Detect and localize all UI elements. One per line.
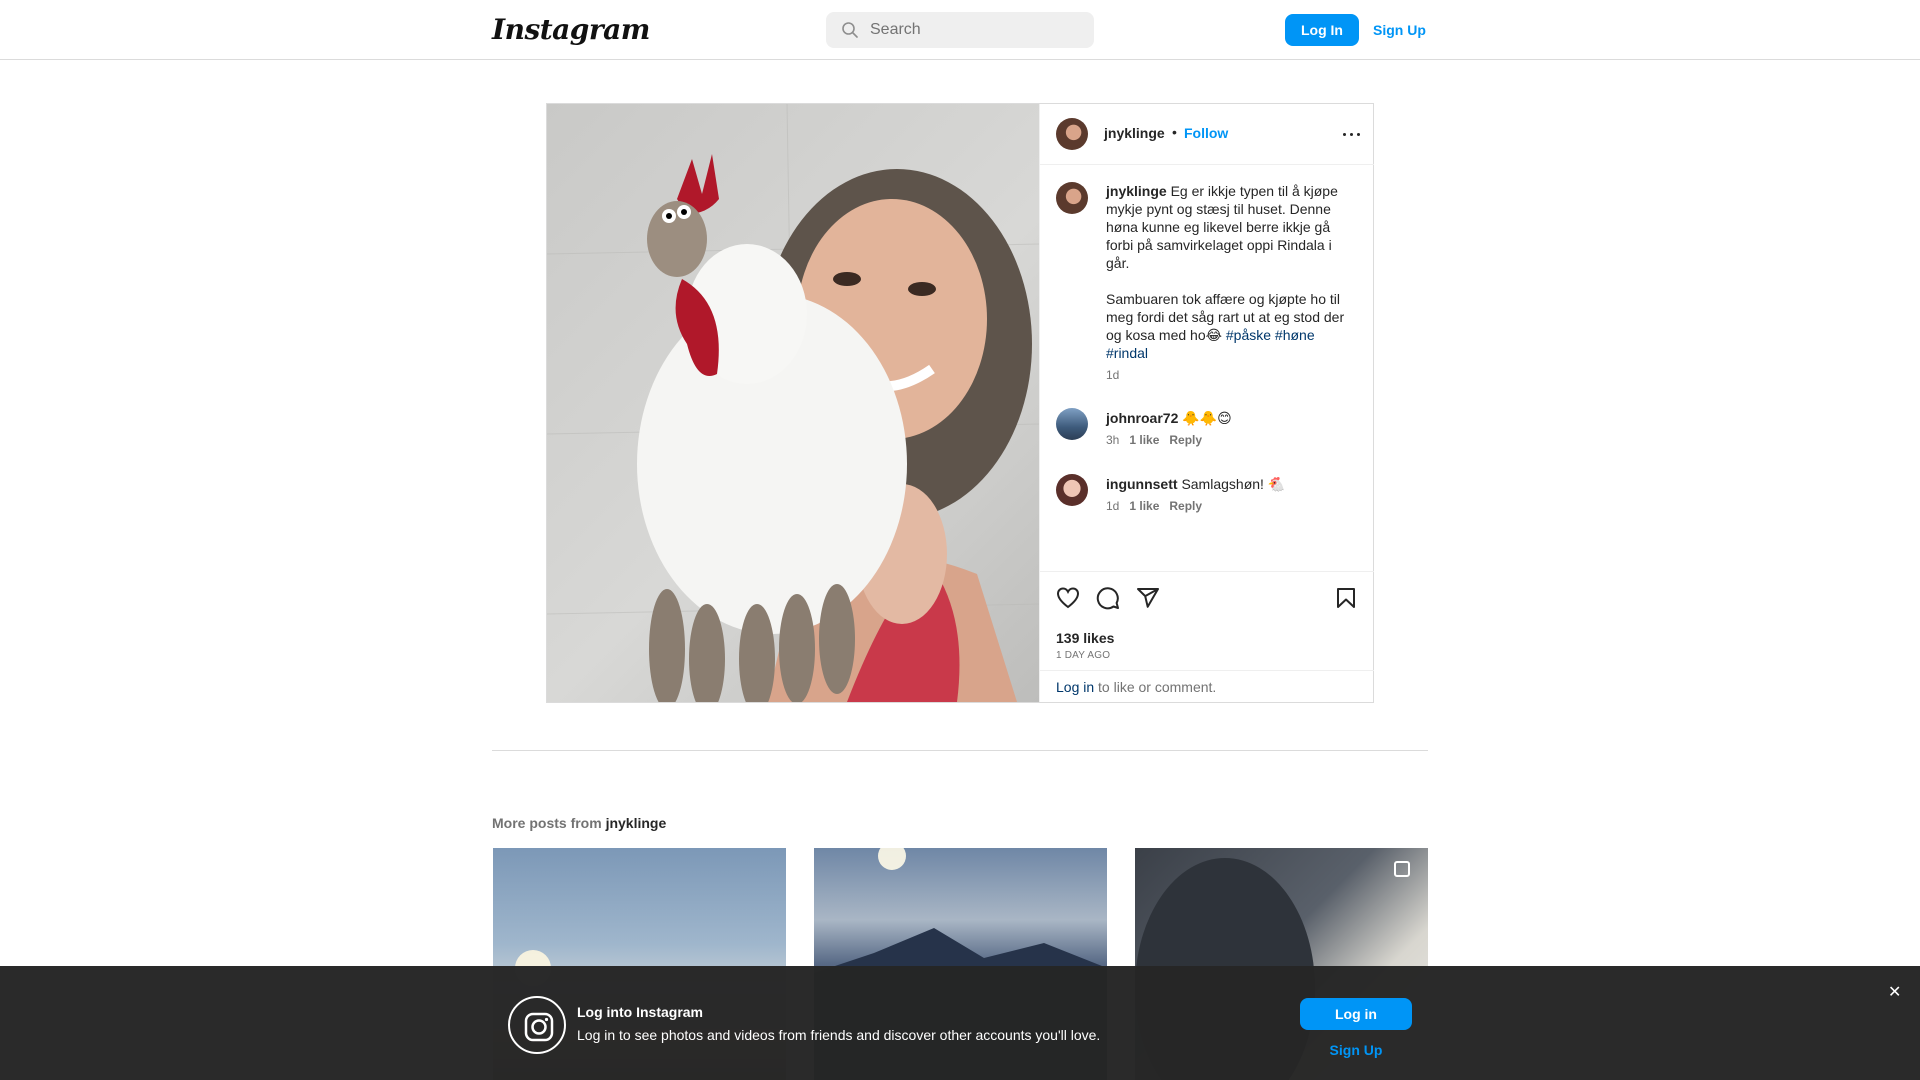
banner-signup-link[interactable]: Sign Up bbox=[1300, 1042, 1412, 1058]
post-photo-illustration bbox=[547, 104, 1039, 702]
comment-username[interactable]: johnroar72 bbox=[1106, 410, 1178, 426]
share-icon[interactable] bbox=[1136, 586, 1160, 610]
comment-likes[interactable]: 1 like bbox=[1129, 499, 1159, 513]
comment-timestamp[interactable]: 1d bbox=[1106, 499, 1119, 513]
caption-timestamp[interactable]: 1d bbox=[1106, 368, 1119, 382]
instagram-logo[interactable]: Instagram bbox=[492, 13, 650, 46]
hashtag-link[interactable]: #høne bbox=[1275, 327, 1315, 343]
more-posts-heading: More posts from jnyklinge bbox=[492, 815, 666, 831]
commenter-avatar[interactable] bbox=[1056, 474, 1088, 506]
section-divider bbox=[492, 750, 1428, 751]
login-prompt-text: to like or comment. bbox=[1094, 679, 1217, 695]
banner-title: Log into Instagram bbox=[577, 1004, 703, 1020]
top-navigation-bar: Instagram Log In Sign Up bbox=[0, 0, 1920, 60]
comment-timestamp[interactable]: 3h bbox=[1106, 433, 1119, 447]
banner-login-button[interactable]: Log in bbox=[1300, 998, 1412, 1030]
comment-likes[interactable]: 1 like bbox=[1129, 433, 1159, 447]
comment-text: 🐥🐥😊 bbox=[1182, 410, 1232, 426]
post-date: 1 DAY AGO bbox=[1056, 650, 1111, 661]
carousel-icon bbox=[1394, 861, 1410, 877]
follow-button[interactable]: Follow bbox=[1184, 125, 1228, 141]
more-options-icon[interactable] bbox=[1342, 126, 1362, 142]
login-link[interactable]: Log in bbox=[1056, 679, 1094, 695]
instagram-icon bbox=[508, 996, 566, 1054]
more-posts-prefix: More posts from bbox=[492, 815, 606, 831]
login-to-comment: Log in to like or comment. bbox=[1040, 670, 1374, 703]
post-card: jnyklinge • Follow jnyklinge Eg er ikkje… bbox=[546, 103, 1374, 703]
likes-count[interactable]: 139 likes bbox=[1056, 630, 1114, 646]
separator-dot: • bbox=[1172, 124, 1177, 140]
bookmark-icon[interactable] bbox=[1334, 586, 1358, 610]
comment-item: ingunnsett Samlagshøn! 🐔 bbox=[1106, 475, 1356, 493]
banner-text: Log in to see photos and videos from fri… bbox=[577, 1027, 1101, 1043]
heart-icon[interactable] bbox=[1056, 586, 1080, 610]
hashtag-link[interactable]: #påske bbox=[1226, 327, 1271, 343]
comment-username[interactable]: ingunnsett bbox=[1106, 476, 1178, 492]
comment-text: Samlagshøn! 🐔 bbox=[1181, 476, 1286, 492]
more-posts-username[interactable]: jnyklinge bbox=[606, 815, 667, 831]
caption-username[interactable]: jnyklinge bbox=[1106, 183, 1167, 199]
comment-item: johnroar72 🐥🐥😊 bbox=[1106, 409, 1356, 427]
search-icon bbox=[842, 22, 858, 38]
search-box[interactable] bbox=[826, 12, 1094, 48]
commenter-avatar[interactable] bbox=[1056, 408, 1088, 440]
post-photo[interactable] bbox=[547, 104, 1039, 702]
post-header: jnyklinge • Follow bbox=[1040, 104, 1374, 165]
post-actions: 139 likes 1 DAY AGO Log in to like or co… bbox=[1040, 571, 1374, 702]
comment-icon[interactable] bbox=[1096, 586, 1120, 610]
author-username[interactable]: jnyklinge bbox=[1104, 125, 1165, 141]
signup-link[interactable]: Sign Up bbox=[1373, 14, 1426, 46]
login-button[interactable]: Log In bbox=[1285, 14, 1359, 46]
post-sidebar: jnyklinge • Follow jnyklinge Eg er ikkje… bbox=[1039, 104, 1374, 702]
hashtag-link[interactable]: #rindal bbox=[1106, 345, 1148, 361]
comment-reply-button[interactable]: Reply bbox=[1169, 499, 1202, 513]
caption-author-avatar[interactable] bbox=[1056, 182, 1088, 214]
post-caption: jnyklinge Eg er ikkje typen til å kjøpe … bbox=[1106, 182, 1356, 362]
login-banner: Log into Instagram Log in to see photos … bbox=[0, 966, 1920, 1080]
comment-meta: 1d 1 like Reply bbox=[1106, 499, 1202, 513]
search-input[interactable] bbox=[870, 12, 1080, 48]
comment-reply-button[interactable]: Reply bbox=[1169, 433, 1202, 447]
close-icon[interactable]: ✕ bbox=[1888, 982, 1901, 1002]
author-avatar[interactable] bbox=[1056, 118, 1088, 150]
comment-meta: 3h 1 like Reply bbox=[1106, 433, 1202, 447]
